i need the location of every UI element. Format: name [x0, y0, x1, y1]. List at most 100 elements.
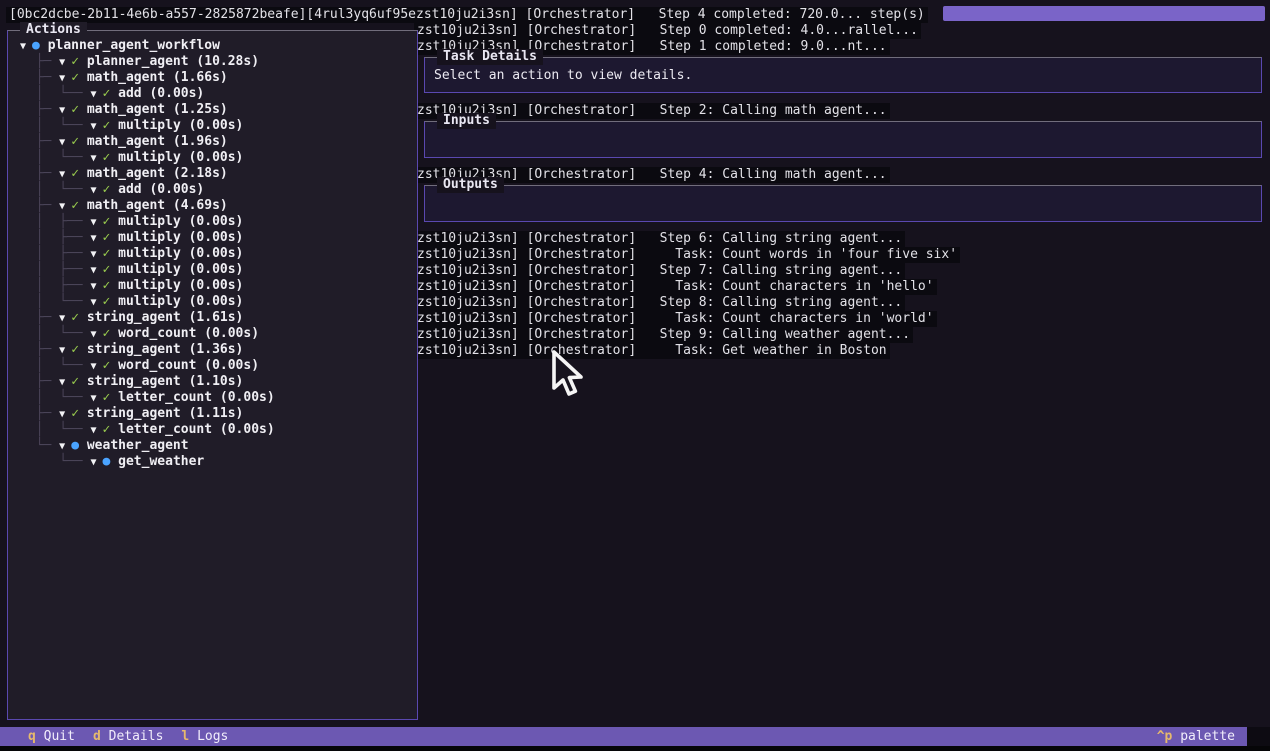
expand-arrow-icon[interactable]: ▼: [59, 441, 71, 452]
app-screen: [0bc2dcbe-2b11-4e6b-a557-2825872beafe][4…: [0, 0, 1270, 751]
status-done-icon: ✓: [103, 118, 119, 133]
status-done-icon: ✓: [103, 246, 119, 261]
log-line: zst10ju2i3sn] [Orchestrator] Task: Count…: [414, 279, 937, 295]
key-hint: q: [28, 729, 36, 744]
expand-arrow-icon[interactable]: ▼: [90, 217, 102, 228]
tree-item-label: planner_agent (10.28s): [87, 54, 259, 69]
expand-arrow-icon[interactable]: ▼: [90, 329, 102, 340]
tree-item[interactable]: │ ├── ▼ ✓ multiply (0.00s): [20, 230, 417, 246]
log-line: zst10ju2i3sn] [Orchestrator] Step 6: Cal…: [414, 231, 905, 247]
tree-item[interactable]: │ └── ▼ ✓ multiply (0.00s): [20, 150, 417, 166]
tree-guide-lines: ├─: [20, 102, 59, 117]
task-details-title: Task Details: [437, 49, 543, 65]
tree-item[interactable]: ├─ ▼ ✓ math_agent (1.25s): [20, 102, 417, 118]
tree-item[interactable]: │ └── ▼ ✓ add (0.00s): [20, 86, 417, 102]
tree-item[interactable]: │ └── ▼ ✓ letter_count (0.00s): [20, 422, 417, 438]
expand-arrow-icon[interactable]: ▼: [90, 457, 102, 468]
status-done-icon: ✓: [103, 214, 119, 229]
tree-item-label: math_agent (2.18s): [87, 166, 228, 181]
outputs-panel: Outputs: [424, 185, 1262, 222]
tree-guide-lines: │ ├──: [20, 214, 90, 229]
expand-arrow-icon[interactable]: ▼: [59, 73, 71, 84]
tree-item[interactable]: ├─ ▼ ✓ math_agent (1.66s): [20, 70, 417, 86]
tree-item[interactable]: │ ├── ▼ ✓ multiply (0.00s): [20, 246, 417, 262]
expand-arrow-icon[interactable]: ▼: [90, 281, 102, 292]
tree-item[interactable]: ├─ ▼ ✓ string_agent (1.61s): [20, 310, 417, 326]
tree-item[interactable]: ├─ ▼ ✓ string_agent (1.10s): [20, 374, 417, 390]
tree-guide-lines: │ ├──: [20, 246, 90, 261]
expand-arrow-icon[interactable]: ▼: [59, 105, 71, 116]
status-done-icon: ✓: [71, 406, 87, 421]
footer-keys: q Quit d Details l Logs: [0, 727, 228, 746]
footer-key-quit[interactable]: q Quit: [28, 727, 75, 746]
expand-arrow-icon[interactable]: ▼: [90, 249, 102, 260]
actions-tree: ▼ ● planner_agent_workflow ├─ ▼ ✓ planne…: [8, 31, 417, 470]
task-details-panel: Task Details Select an action to view de…: [424, 57, 1262, 93]
tree-item[interactable]: │ ├── ▼ ✓ multiply (0.00s): [20, 262, 417, 278]
footer-gap: [1247, 727, 1270, 746]
tree-item[interactable]: ├─ ▼ ✓ string_agent (1.11s): [20, 406, 417, 422]
expand-arrow-icon[interactable]: ▼: [90, 185, 102, 196]
tree-item[interactable]: │ └── ▼ ✓ add (0.00s): [20, 182, 417, 198]
tree-item[interactable]: ├─ ▼ ✓ math_agent (4.69s): [20, 198, 417, 214]
inputs-panel-title: Inputs: [437, 113, 496, 129]
tree-item-label: multiply (0.00s): [118, 214, 243, 229]
status-done-icon: ✓: [103, 150, 119, 165]
task-details-message: Select an action to view details.: [425, 58, 1261, 83]
tree-item[interactable]: │ └── ▼ ✓ multiply (0.00s): [20, 294, 417, 310]
status-done-icon: ✓: [103, 262, 119, 277]
tree-item[interactable]: │ └── ▼ ✓ multiply (0.00s): [20, 118, 417, 134]
footer-key-logs[interactable]: l Logs: [181, 727, 228, 746]
tree-item-label: multiply (0.00s): [118, 262, 243, 277]
tree-item[interactable]: ├─ ▼ ✓ planner_agent (10.28s): [20, 54, 417, 70]
tree-item-label: math_agent (1.25s): [87, 102, 228, 117]
tree-item[interactable]: └── ▼ ● get_weather: [20, 454, 417, 470]
expand-arrow-icon[interactable]: ▼: [59, 313, 71, 324]
tree-item[interactable]: │ └── ▼ ✓ word_count (0.00s): [20, 358, 417, 374]
expand-arrow-icon[interactable]: ▼: [59, 201, 71, 212]
tree-item[interactable]: │ ├── ▼ ✓ multiply (0.00s): [20, 278, 417, 294]
tree-guide-lines: │ └──: [20, 86, 90, 101]
expand-arrow-icon[interactable]: ▼: [90, 121, 102, 132]
tree-item[interactable]: │ └── ▼ ✓ letter_count (0.00s): [20, 390, 417, 406]
footer-palette[interactable]: ^p palette: [1157, 727, 1247, 746]
expand-arrow-icon[interactable]: ▼: [90, 297, 102, 308]
footer-key-details[interactable]: d Details: [93, 727, 163, 746]
expand-arrow-icon[interactable]: ▼: [90, 153, 102, 164]
expand-arrow-icon[interactable]: ▼: [90, 361, 102, 372]
expand-arrow-icon[interactable]: ▼: [90, 425, 102, 436]
expand-arrow-icon[interactable]: ▼: [20, 41, 32, 52]
log-line: zst10ju2i3sn] [Orchestrator] Step 0 comp…: [414, 23, 921, 39]
expand-arrow-icon[interactable]: ▼: [90, 393, 102, 404]
status-done-icon: ✓: [103, 278, 119, 293]
expand-arrow-icon[interactable]: ▼: [59, 345, 71, 356]
log-line: zst10ju2i3sn] [Orchestrator] Step 9: Cal…: [414, 327, 913, 343]
status-done-icon: ✓: [71, 134, 87, 149]
tree-item[interactable]: ▼ ● planner_agent_workflow: [20, 38, 417, 54]
expand-arrow-icon[interactable]: ▼: [59, 137, 71, 148]
tree-item[interactable]: └─ ▼ ● weather_agent: [20, 438, 417, 454]
tree-item[interactable]: │ ├── ▼ ✓ multiply (0.00s): [20, 214, 417, 230]
tree-item[interactable]: ├─ ▼ ✓ math_agent (2.18s): [20, 166, 417, 182]
expand-arrow-icon[interactable]: ▼: [90, 89, 102, 100]
expand-arrow-icon[interactable]: ▼: [59, 409, 71, 420]
status-done-icon: ✓: [103, 326, 119, 341]
expand-arrow-icon[interactable]: ▼: [59, 377, 71, 388]
tree-guide-lines: └──: [20, 454, 90, 469]
tree-item[interactable]: ├─ ▼ ✓ math_agent (1.96s): [20, 134, 417, 150]
expand-arrow-icon[interactable]: ▼: [90, 233, 102, 244]
expand-arrow-icon[interactable]: ▼: [90, 265, 102, 276]
key-hint: d: [93, 729, 101, 744]
tree-item-label: letter_count (0.00s): [118, 390, 275, 405]
tree-item[interactable]: ├─ ▼ ✓ string_agent (1.36s): [20, 342, 417, 358]
log-line: zst10ju2i3sn] [Orchestrator] Task: Count…: [414, 311, 937, 327]
tree-item-label: multiply (0.00s): [118, 118, 243, 133]
tree-item[interactable]: │ └── ▼ ✓ word_count (0.00s): [20, 326, 417, 342]
bottom-strip: [0, 746, 1270, 751]
scrollbar-thumb[interactable]: [943, 6, 1265, 21]
expand-arrow-icon[interactable]: ▼: [59, 57, 71, 68]
tree-item-label: string_agent (1.11s): [87, 406, 244, 421]
expand-arrow-icon[interactable]: ▼: [59, 169, 71, 180]
log-line: [0bc2dcbe-2b11-4e6b-a557-2825872beafe][4…: [6, 7, 928, 23]
tree-guide-lines: └─: [20, 438, 59, 453]
